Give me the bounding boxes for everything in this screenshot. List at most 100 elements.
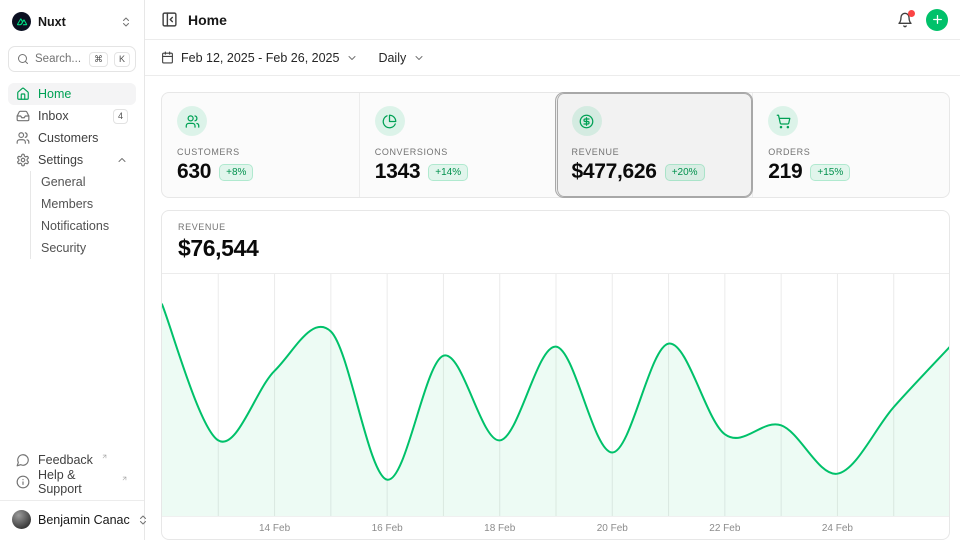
sidebar-item-label: Home xyxy=(38,87,128,101)
inbox-icon xyxy=(16,109,30,123)
workspace-name: Nuxt xyxy=(38,15,113,29)
chevron-down-icon xyxy=(346,52,358,64)
sidebar-item-settings[interactable]: Settings xyxy=(8,149,136,171)
kbd-k: K xyxy=(114,52,130,67)
stat-label: ORDERS xyxy=(768,147,934,157)
users-icon xyxy=(16,131,30,145)
sidebar-subitem-general[interactable]: General xyxy=(41,171,136,193)
sidebar-item-label: Settings xyxy=(38,153,108,167)
sidebar-item-inbox[interactable]: Inbox 4 xyxy=(8,105,136,127)
stat-label: CUSTOMERS xyxy=(177,147,344,157)
revenue-chart-card: REVENUE $76,544 14 Feb 16 Feb 18 Feb 20 Feb… xyxy=(161,210,950,540)
chevron-up-icon xyxy=(116,154,128,166)
chart-header: REVENUE $76,544 xyxy=(162,211,949,274)
app-root: Nuxt Search... ⌘ K Home Inbox 4 Customers Se… xyxy=(0,0,960,540)
notification-dot xyxy=(908,10,915,17)
search-icon xyxy=(17,53,29,65)
sidebar-item-label: Inbox xyxy=(38,109,105,123)
add-button[interactable] xyxy=(926,9,948,31)
x-tick-label: 16 Feb xyxy=(372,523,403,534)
content: CUSTOMERS 630 +8% CONVERSIONS 1343 +14% REVENU… xyxy=(145,76,960,540)
chart-title: REVENUE xyxy=(178,222,933,232)
x-tick-label: 22 Feb xyxy=(709,523,740,534)
chevron-down-icon xyxy=(413,52,425,64)
arrow-up-right-icon xyxy=(101,453,108,460)
nuxt-logo-icon xyxy=(12,12,31,31)
message-bubble-icon xyxy=(16,453,30,467)
stat-card-customers[interactable]: CUSTOMERS 630 +8% xyxy=(162,93,359,197)
sidebar: Nuxt Search... ⌘ K Home Inbox 4 Customers Se… xyxy=(0,0,145,540)
sidebar-item-help-support[interactable]: Help & Support xyxy=(8,471,136,493)
home-icon xyxy=(16,87,30,101)
x-tick-label: 20 Feb xyxy=(597,523,628,534)
workspace-switcher[interactable]: Nuxt xyxy=(8,8,136,35)
x-axis: 14 Feb 16 Feb 18 Feb 20 Feb 22 Feb 24 Feb xyxy=(162,516,950,540)
search-placeholder: Search... xyxy=(35,53,83,65)
revenue-area-chart: 14 Feb 16 Feb 18 Feb 20 Feb 22 Feb 24 Feb xyxy=(162,274,949,539)
sidebar-subitem-security[interactable]: Security xyxy=(41,237,136,259)
sidebar-nav: Home Inbox 4 Customers Settings GeneralMember… xyxy=(8,83,136,259)
arrow-up-right-icon xyxy=(121,475,128,482)
sidebar-footer-nav: FeedbackHelp & Support xyxy=(8,449,136,493)
user-menu[interactable]: Benjamin Canac xyxy=(8,507,136,532)
header-actions xyxy=(897,9,948,31)
header: Home xyxy=(145,0,960,40)
users-icon xyxy=(177,106,207,136)
sidebar-item-label: Help & Support xyxy=(38,468,113,496)
x-tick-label: 24 Feb xyxy=(822,523,853,534)
delta-badge: +8% xyxy=(219,164,253,181)
toolbar: Feb 12, 2025 - Feb 26, 2025 Daily xyxy=(145,40,960,76)
stat-value-row: $477,626 +20% xyxy=(572,160,738,184)
sidebar-item-label: Customers xyxy=(38,131,128,145)
delta-badge: +20% xyxy=(665,164,705,181)
settings-subnav: GeneralMembersNotificationsSecurity xyxy=(30,171,136,259)
x-tick-label: 14 Feb xyxy=(259,523,290,534)
granularity-select[interactable]: Daily xyxy=(378,51,425,65)
user-name: Benjamin Canac xyxy=(38,513,130,527)
avatar xyxy=(12,510,31,529)
chevrons-up-down-icon xyxy=(120,16,132,28)
stat-value: 219 xyxy=(768,160,802,184)
delta-badge: +14% xyxy=(428,164,468,181)
chart-current-value: $76,544 xyxy=(178,235,933,262)
x-tick-label: 18 Feb xyxy=(484,523,515,534)
cart-icon xyxy=(768,106,798,136)
inbox-count-badge: 4 xyxy=(113,109,128,124)
sidebar-item-customers[interactable]: Customers xyxy=(8,127,136,149)
sidebar-spacer xyxy=(8,259,136,438)
stat-value-row: 1343 +14% xyxy=(375,160,541,184)
stat-card-conversions[interactable]: CONVERSIONS 1343 +14% xyxy=(359,93,556,197)
plus-icon xyxy=(931,13,944,26)
delta-badge: +15% xyxy=(810,164,850,181)
main-area: Home Feb 12, 2025 - Feb 26, 2025 xyxy=(145,0,960,540)
search-input[interactable]: Search... ⌘ K xyxy=(8,46,136,72)
stat-value-row: 219 +15% xyxy=(768,160,934,184)
stat-card-revenue[interactable]: REVENUE $477,626 +20% xyxy=(556,93,753,197)
date-range-picker[interactable]: Feb 12, 2025 - Feb 26, 2025 xyxy=(161,51,358,65)
stat-value: 630 xyxy=(177,160,211,184)
user-section: Benjamin Canac xyxy=(0,500,144,532)
stat-value-row: 630 +8% xyxy=(177,160,344,184)
stat-label: REVENUE xyxy=(572,147,738,157)
stat-value: 1343 xyxy=(375,160,421,184)
sidebar-subitem-members[interactable]: Members xyxy=(41,193,136,215)
date-range-label: Feb 12, 2025 - Feb 26, 2025 xyxy=(181,51,339,65)
info-icon xyxy=(16,475,30,489)
kbd-command: ⌘ xyxy=(89,52,108,67)
stats-row: CUSTOMERS 630 +8% CONVERSIONS 1343 +14% REVENU… xyxy=(161,92,950,198)
stat-label: CONVERSIONS xyxy=(375,147,541,157)
page-title: Home xyxy=(188,12,227,28)
dollar-circle-icon xyxy=(572,106,602,136)
pie-chart-icon xyxy=(375,106,405,136)
stat-value: $477,626 xyxy=(572,160,657,184)
granularity-label: Daily xyxy=(378,51,406,65)
stat-card-orders[interactable]: ORDERS 219 +15% xyxy=(752,93,949,197)
sidebar-item-home[interactable]: Home xyxy=(8,83,136,105)
chart-canvas xyxy=(162,274,950,516)
collapse-sidebar-button[interactable] xyxy=(161,11,178,28)
calendar-icon xyxy=(161,51,174,64)
sidebar-subitem-notifications[interactable]: Notifications xyxy=(41,215,136,237)
sidebar-item-label: Feedback xyxy=(38,453,93,467)
notifications-button[interactable] xyxy=(897,12,913,28)
gear-icon xyxy=(16,153,30,167)
